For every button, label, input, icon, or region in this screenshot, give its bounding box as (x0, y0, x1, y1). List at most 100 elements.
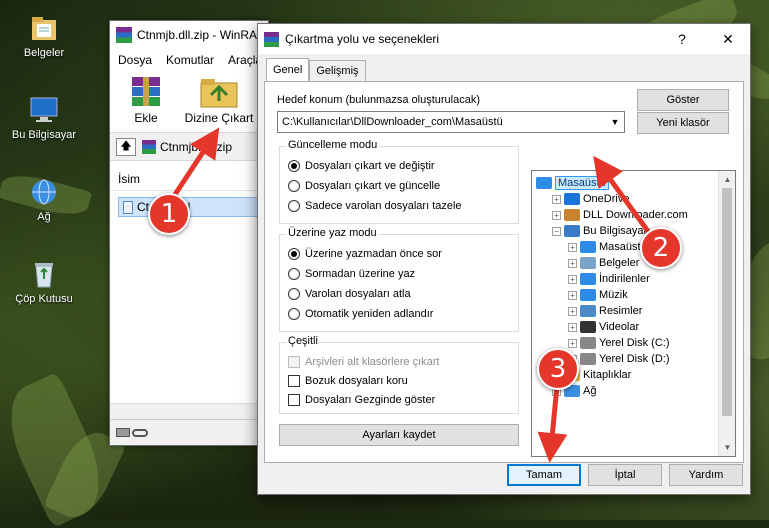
ok-button[interactable]: Tamam (507, 464, 581, 486)
expand-icon[interactable]: + (568, 274, 577, 284)
tree-node[interactable]: + Belgeler (568, 255, 639, 271)
expand-icon[interactable]: + (568, 242, 577, 252)
tree-node-label: Kitaplıklar (583, 369, 632, 381)
horizontal-scrollbar[interactable] (110, 403, 268, 419)
tree-node[interactable]: + Yerel Disk (C:) (568, 335, 670, 351)
help-title-button[interactable]: ? (660, 24, 704, 54)
tree-node[interactable]: +Yerel Disk (D:) (568, 351, 670, 367)
desktop-icon-label: Çöp Kutusu (15, 293, 73, 305)
archive-path[interactable]: Ctnmjb.dll.zip (142, 139, 233, 154)
misc-title: Çeşitli (286, 335, 320, 347)
cancel-button[interactable]: İptal (588, 464, 662, 486)
desktop-icon-documents[interactable]: Belgeler (4, 12, 84, 59)
scroll-up-icon[interactable]: ▲ (719, 171, 735, 188)
tree-node[interactable]: + Resimler (568, 303, 642, 319)
close-button[interactable]: ✕ (706, 24, 750, 54)
network-icon (28, 176, 60, 208)
winrar-app-icon (116, 27, 132, 43)
videos-icon (580, 321, 596, 333)
drive-status-icon (116, 428, 130, 437)
tree-node[interactable]: Masaüstü (536, 175, 609, 191)
scrollbar-thumb[interactable] (722, 188, 732, 416)
keep-broken-checkbox[interactable]: Bozuk dosyaları koru (288, 375, 408, 387)
chevron-down-icon[interactable]: ▼ (606, 112, 624, 132)
save-settings-button[interactable]: Ayarları kaydet (279, 424, 519, 446)
extract-subfolders-checkbox: Arşivleri alt klasörlere çıkart (288, 356, 439, 368)
close-icon: ✕ (722, 30, 734, 47)
desktop-icon-network[interactable]: Ağ (4, 176, 84, 223)
column-name-label: İsim (118, 171, 140, 186)
tab-gelismis[interactable]: Gelişmiş (309, 60, 366, 81)
add-button[interactable]: Ekle (118, 75, 174, 128)
update-option-extract-replace[interactable]: Dosyaları çıkart ve değiştir (288, 160, 435, 172)
collapse-icon[interactable]: − (552, 226, 561, 236)
desktop-icon-this-pc[interactable]: Bu Bilgisayar (4, 94, 84, 141)
overwrite-option-without-prompt[interactable]: Sormadan üzerine yaz (288, 268, 415, 280)
update-option-refresh-existing[interactable]: Sadece varolan dosyaları tazele (288, 200, 462, 212)
expand-icon[interactable]: + (568, 290, 577, 300)
tree-node[interactable]: + Müzik (568, 287, 628, 303)
pictures-icon (580, 305, 596, 317)
overwrite-mode-title: Üzerine yaz modu (286, 227, 379, 239)
tree-node-label: İndirilenler (599, 273, 650, 285)
step-badge-1: 1 (148, 193, 190, 235)
tree-node[interactable]: − Bu Bilgisayar (552, 223, 647, 239)
destination-path-combo[interactable]: C:\Kullanıcılar\DllDownloader_com\Masaüs… (277, 111, 625, 133)
desktop-icon-recycle-bin[interactable]: Çöp Kutusu (4, 258, 84, 305)
desktop-icon-label: Belgeler (23, 47, 65, 59)
tree-node[interactable]: + İndirilenler (568, 271, 650, 287)
menu-dosya[interactable]: Dosya (118, 53, 152, 67)
general-tab-panel: Hedef konum (bulunmazsa oluşturulacak) C… (264, 81, 744, 463)
new-folder-button[interactable]: Yeni klasör (637, 112, 729, 134)
drive-icon (580, 353, 596, 365)
expand-icon[interactable]: + (568, 338, 577, 348)
expand-icon[interactable]: + (568, 322, 577, 332)
option-label: Sormadan üzerine yaz (305, 268, 416, 280)
tree-node[interactable]: + Masaüstü (568, 239, 647, 255)
tab-genel[interactable]: Genel (266, 58, 310, 81)
downloads-icon (580, 273, 596, 285)
tree-node[interactable]: + Videolar (568, 319, 639, 335)
extract-folder-icon (199, 75, 239, 109)
show-button[interactable]: Göster (637, 89, 729, 111)
tree-vertical-scrollbar[interactable]: ▲ ▼ (718, 171, 735, 456)
tree-node[interactable]: + OneDrive (552, 191, 629, 207)
scroll-down-icon[interactable]: ▼ (719, 439, 735, 456)
checkbox-icon (288, 356, 300, 368)
expand-icon[interactable]: + (568, 258, 577, 268)
expand-icon[interactable]: + (552, 194, 561, 204)
up-folder-button[interactable]: 🡅 (116, 137, 136, 156)
desktop-icon-label: Ağ (37, 211, 51, 223)
tree-node-label: Yerel Disk (D:) (599, 353, 670, 365)
winrar-titlebar[interactable]: Ctnmjb.dll.zip - WinRAR (110, 21, 268, 49)
documents-icon (28, 12, 60, 44)
expand-icon[interactable]: + (568, 306, 577, 316)
radio-icon (288, 308, 300, 320)
winrar-window: Ctnmjb.dll.zip - WinRAR Dosya Komutlar A… (109, 20, 269, 446)
update-option-extract-update[interactable]: Dosyaları çıkart ve güncelle (288, 180, 440, 192)
folder-tree[interactable]: Masaüstü + OneDrive + DLL Downloader.com − Bu … (531, 170, 736, 457)
archive-path-text: Ctnmjb.dll.zip (160, 139, 233, 154)
tree-node-label: Ağ (583, 385, 597, 397)
extract-to-button[interactable]: Dizine Çıkart (184, 75, 254, 128)
step-badge-3: 3 (537, 348, 579, 390)
user-icon (564, 209, 580, 221)
overwrite-option-rename[interactable]: Otomatik yeniden adlandır (288, 308, 433, 320)
overwrite-option-skip[interactable]: Varolan dosyaları atla (288, 288, 411, 300)
winrar-statusbar (110, 419, 268, 445)
expand-icon[interactable]: + (552, 210, 561, 220)
tree-node[interactable]: + DLL Downloader.com (552, 207, 688, 223)
menu-komutlar[interactable]: Komutlar (166, 53, 214, 67)
computer-icon (564, 225, 580, 237)
dialog-titlebar[interactable]: Çıkartma yolu ve seçenekleri ? ✕ (258, 24, 750, 54)
help-button[interactable]: Yardım (669, 464, 743, 486)
option-label: Dosyaları Gezginde göster (305, 394, 436, 406)
tree-node-label: Belgeler (599, 257, 640, 269)
show-in-explorer-checkbox[interactable]: Dosyaları Gezginde göster (288, 394, 435, 406)
radio-icon (288, 200, 300, 212)
winrar-pathbar: 🡅 Ctnmjb.dll.zip (110, 133, 268, 161)
checkbox-icon (288, 394, 300, 406)
overwrite-option-ask[interactable]: Üzerine yazmadan önce sor (288, 248, 442, 260)
column-header-name[interactable]: İsim (110, 167, 268, 191)
option-label: Sadece varolan dosyaları tazele (305, 200, 462, 212)
